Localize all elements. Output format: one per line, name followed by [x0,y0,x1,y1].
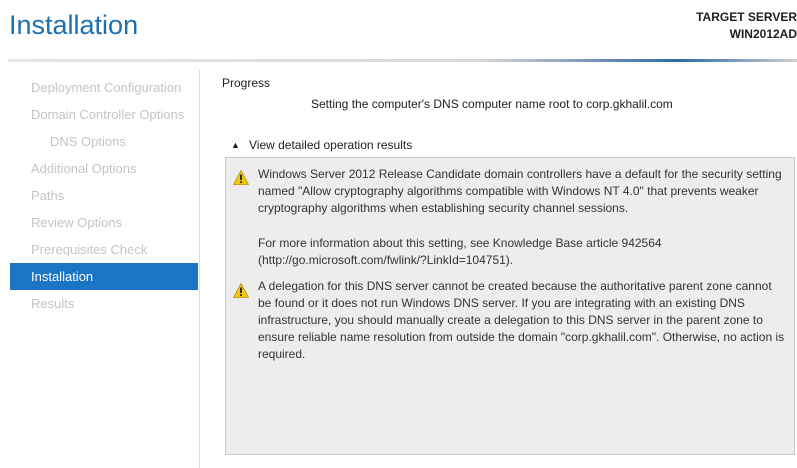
sidebar-item-results[interactable]: Results [10,290,198,317]
result-message-more-info: For more information about this setting,… [258,236,662,267]
sidebar-item-dns-options[interactable]: DNS Options [10,128,198,155]
warning-icon [233,283,249,298]
sidebar-item-additional-options[interactable]: Additional Options [10,155,198,182]
view-details-toggle[interactable]: ▲ View detailed operation results [231,138,412,152]
sidebar-nav: Deployment Configuration Domain Controll… [10,74,198,317]
sidebar-item-prerequisites-check[interactable]: Prerequisites Check [10,236,198,263]
result-message: Windows Server 2012 Release Candidate do… [258,167,782,215]
progress-label: Progress [222,76,271,90]
result-message: A delegation for this DNS server cannot … [258,279,785,361]
status-text: Setting the computer's DNS computer name… [311,97,673,111]
page-title: Installation [9,10,139,40]
sidebar-item-paths[interactable]: Paths [10,182,198,209]
sidebar-item-installation[interactable]: Installation [10,263,198,290]
warning-icon [233,170,249,185]
view-details-label: View detailed operation results [249,138,413,152]
sidebar-item-deployment-configuration[interactable]: Deployment Configuration [10,74,198,101]
sidebar-item-domain-controller-options[interactable]: Domain Controller Options [10,101,198,128]
header-divider [8,59,797,62]
chevron-up-icon: ▲ [231,140,240,150]
target-server-label: TARGET SERVER [696,10,797,24]
target-server-name: WIN2012AD [729,27,797,41]
operation-results-box[interactable]: Windows Server 2012 Release Candidate do… [225,157,795,455]
sidebar-item-review-options[interactable]: Review Options [10,209,198,236]
sidebar-divider [199,70,200,468]
target-server: TARGET SERVER WIN2012AD [696,9,797,43]
